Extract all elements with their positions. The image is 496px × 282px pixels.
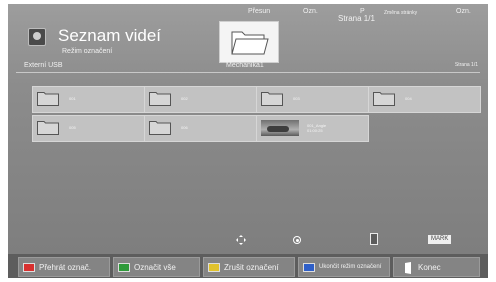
folder-icon — [231, 31, 269, 55]
drive-label: Mechanika1 — [226, 62, 264, 69]
folder-tile[interactable]: 004 — [368, 86, 481, 113]
drive-selector[interactable] — [219, 21, 279, 63]
divider — [16, 72, 480, 73]
hint-mark: Ozn. — [456, 8, 471, 15]
button-label: Konec — [418, 263, 441, 272]
video-duration: 01:00:25 — [307, 128, 323, 133]
tile-label: 003 — [293, 96, 300, 101]
exit-icon — [405, 262, 411, 274]
folder-tile[interactable]: 005 — [32, 115, 145, 142]
mode-label: Režim označení — [62, 48, 113, 55]
mark-all-button[interactable]: Označit vše — [113, 257, 200, 277]
green-key-icon — [118, 263, 130, 272]
mark-key-icon: MARK — [428, 235, 452, 244]
video-list-icon — [28, 28, 46, 46]
move-arrows-icon — [236, 235, 246, 245]
play-marked-button[interactable]: Přehrát označ. — [18, 257, 110, 277]
red-key-icon — [23, 263, 35, 272]
folder-icon — [37, 121, 59, 135]
tile-label: 004 — [405, 96, 412, 101]
folder-tile[interactable]: 002 — [144, 86, 257, 113]
hint-ok: Ozn. — [303, 8, 318, 15]
file-grid: 001 002 003 004 005 006 001_Angle 01:00:… — [8, 74, 488, 231]
exit-mark-mode-button[interactable]: Ukončit režim označení — [298, 257, 390, 277]
folder-tile[interactable]: 006 — [144, 115, 257, 142]
hint-page-change: Změna stránky — [384, 10, 418, 16]
button-label: Zrušit označení — [224, 263, 279, 272]
page-title: Seznam videí — [58, 26, 161, 45]
source-label: Externí USB — [24, 62, 63, 69]
yellow-key-icon — [208, 263, 220, 272]
folder-icon — [149, 121, 171, 135]
folder-tile[interactable]: 001 — [32, 86, 145, 113]
video-tile[interactable]: 001_Angle 01:00:25 — [256, 115, 369, 142]
button-label: Přehrát označ. — [39, 263, 92, 272]
page-indicator-right: Strana 1/1 — [454, 62, 478, 68]
video-thumbnail — [261, 120, 299, 136]
tile-label: 006 — [181, 125, 188, 130]
button-label: Ukončit režim označení — [319, 264, 382, 270]
hint-row — [8, 232, 488, 250]
unmark-all-button[interactable]: Zrušit označení — [203, 257, 295, 277]
ok-button-icon — [293, 236, 301, 244]
blue-key-icon — [303, 263, 315, 272]
exit-button[interactable]: Konec — [393, 257, 480, 277]
tile-label: 005 — [69, 125, 76, 130]
button-label: Označit vše — [134, 263, 176, 272]
folder-icon — [149, 92, 171, 106]
folder-icon — [261, 92, 283, 106]
hint-move: Přesun — [248, 8, 271, 15]
folder-icon — [37, 92, 59, 106]
tile-label: 001 — [69, 96, 76, 101]
page-indicator-top: Strana 1/1 — [338, 14, 375, 23]
folder-icon — [373, 92, 395, 106]
tile-label: 002 — [181, 96, 188, 101]
hint-p: P — [360, 8, 365, 15]
folder-tile[interactable]: 003 — [256, 86, 369, 113]
tile-label: 001_Angle 01:00:25 — [307, 123, 326, 133]
screen: Seznam videí Režim označení Externí USB … — [8, 4, 488, 278]
page-rocker-icon — [370, 233, 378, 245]
